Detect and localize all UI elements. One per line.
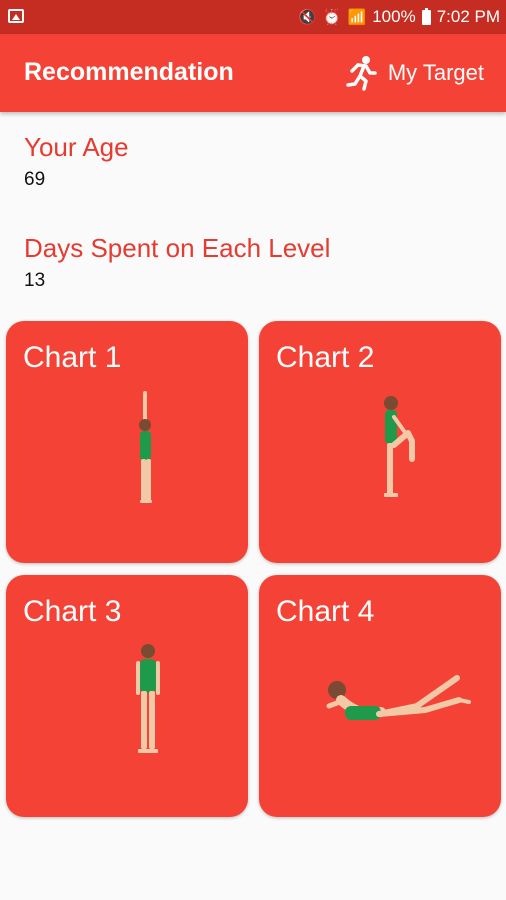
chart-4-title: Chart 4 bbox=[276, 595, 375, 628]
chart-1-card[interactable]: Chart 1 bbox=[6, 321, 248, 563]
chart-3-title: Chart 3 bbox=[23, 595, 122, 628]
days-label: Days Spent on Each Level bbox=[24, 233, 331, 263]
app-bar: Recommendation My Target bbox=[0, 34, 506, 112]
image-icon bbox=[8, 9, 24, 23]
my-target-label: My Target bbox=[387, 60, 484, 85]
chart-2-title: Chart 2 bbox=[276, 341, 375, 374]
mute-icon: 🔇 bbox=[298, 9, 317, 26]
battery-text: 100% bbox=[372, 7, 416, 26]
knee-raise-figure bbox=[384, 396, 415, 497]
chart-1-title: Chart 1 bbox=[23, 341, 122, 374]
status-bar: 🔇 ⏰ 📶 100% 7:02 PM bbox=[0, 0, 506, 34]
wifi-icon: 📶 bbox=[347, 9, 367, 26]
alarm-icon: ⏰ bbox=[322, 9, 342, 26]
standing-figure bbox=[136, 644, 160, 753]
running-icon bbox=[346, 56, 377, 91]
days-value: 13 bbox=[24, 270, 46, 291]
battery-icon bbox=[421, 7, 431, 25]
page-title: Recommendation bbox=[24, 58, 234, 86]
chart-4-card[interactable]: Chart 4 bbox=[259, 575, 501, 817]
age-value: 69 bbox=[24, 169, 46, 190]
clock-text: 7:02 PM bbox=[436, 7, 500, 26]
arms-up-stretch-figure bbox=[139, 391, 152, 503]
age-label: Your Age bbox=[24, 132, 129, 162]
chart-2-card[interactable]: Chart 2 bbox=[259, 321, 501, 563]
chart-3-card[interactable]: Chart 3 bbox=[6, 575, 248, 817]
prone-leg-lift-figure bbox=[326, 675, 471, 720]
my-target-button[interactable]: My Target bbox=[346, 54, 484, 92]
status-icons: 🔇 ⏰ 📶 100% 7:02 PM bbox=[298, 7, 500, 27]
